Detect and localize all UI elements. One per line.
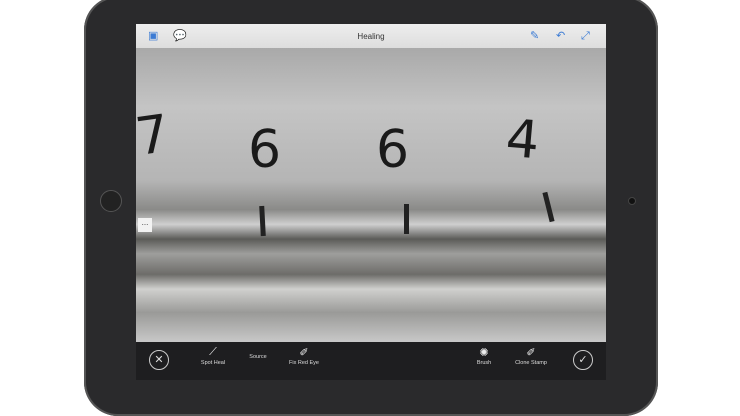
red-eye-icon: ✐ <box>299 347 309 359</box>
home-button[interactable] <box>100 190 122 212</box>
top-bar: ▣ 💬 Healing ✎ ↶ ⤢ <box>136 24 606 48</box>
digit: 7 <box>136 103 174 169</box>
clone-stamp-tool[interactable]: ✐ Clone Stamp <box>506 346 556 366</box>
pencil-icon[interactable]: ✎ <box>530 29 539 43</box>
source-tool[interactable]: Source <box>233 354 283 360</box>
spot-heal-icon: ⟋ <box>209 346 217 358</box>
brush-icon: ✺ <box>479 347 489 359</box>
tick-mark <box>542 191 555 223</box>
digit: 6 <box>376 120 410 180</box>
tick-mark <box>259 205 266 237</box>
digit: 4 <box>503 108 542 172</box>
cancel-button[interactable]: ✕ <box>149 350 169 370</box>
screen: ▣ 💬 Healing ✎ ↶ ⤢ 7 6 6 4 ... ✕ ⟋ Spot He… <box>136 24 606 380</box>
fullscreen-icon[interactable]: ⤢ <box>581 29 590 43</box>
clone-stamp-icon: ✐ <box>526 347 536 359</box>
fix-red-eye-tool[interactable]: ✐ Fix Red Eye <box>279 346 329 366</box>
undo-icon[interactable]: ↶ <box>556 29 565 43</box>
bottom-toolbar: ✕ ⟋ Spot Heal Source ✐ Fix Red Eye ✺ Brush … <box>136 342 606 380</box>
camera <box>628 197 636 205</box>
confirm-button[interactable]: ✓ <box>573 350 593 370</box>
digit: 6 <box>248 120 282 180</box>
tick-mark <box>404 204 409 234</box>
side-panel-handle[interactable]: ... <box>138 218 152 232</box>
spot-heal-tool[interactable]: ⟋ Spot Heal <box>188 346 238 366</box>
photo-canvas[interactable]: 7 6 6 4 ... <box>136 48 606 342</box>
brush-tool[interactable]: ✺ Brush <box>459 346 509 366</box>
